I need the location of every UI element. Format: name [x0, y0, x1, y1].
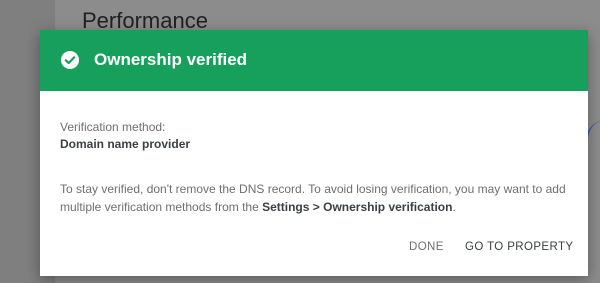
body-text-end: .	[452, 200, 456, 214]
go-to-property-button[interactable]: GO TO PROPERTY	[465, 239, 574, 255]
verification-method-value: Domain name provider	[60, 137, 191, 151]
dialog-body-text: To stay verified, don't remove the DNS r…	[60, 180, 575, 216]
check-circle-icon	[61, 51, 79, 69]
settings-path-text: Settings > Ownership verification	[262, 200, 453, 214]
dialog-header: Ownership verified	[40, 30, 588, 91]
dialog-title: Ownership verified	[94, 50, 248, 69]
ownership-verified-dialog: Ownership verified Verification method: …	[40, 30, 588, 276]
verification-method-label: Verification method:	[60, 120, 166, 134]
done-button[interactable]: DONE	[409, 239, 444, 255]
background-chart-line	[586, 120, 600, 180]
